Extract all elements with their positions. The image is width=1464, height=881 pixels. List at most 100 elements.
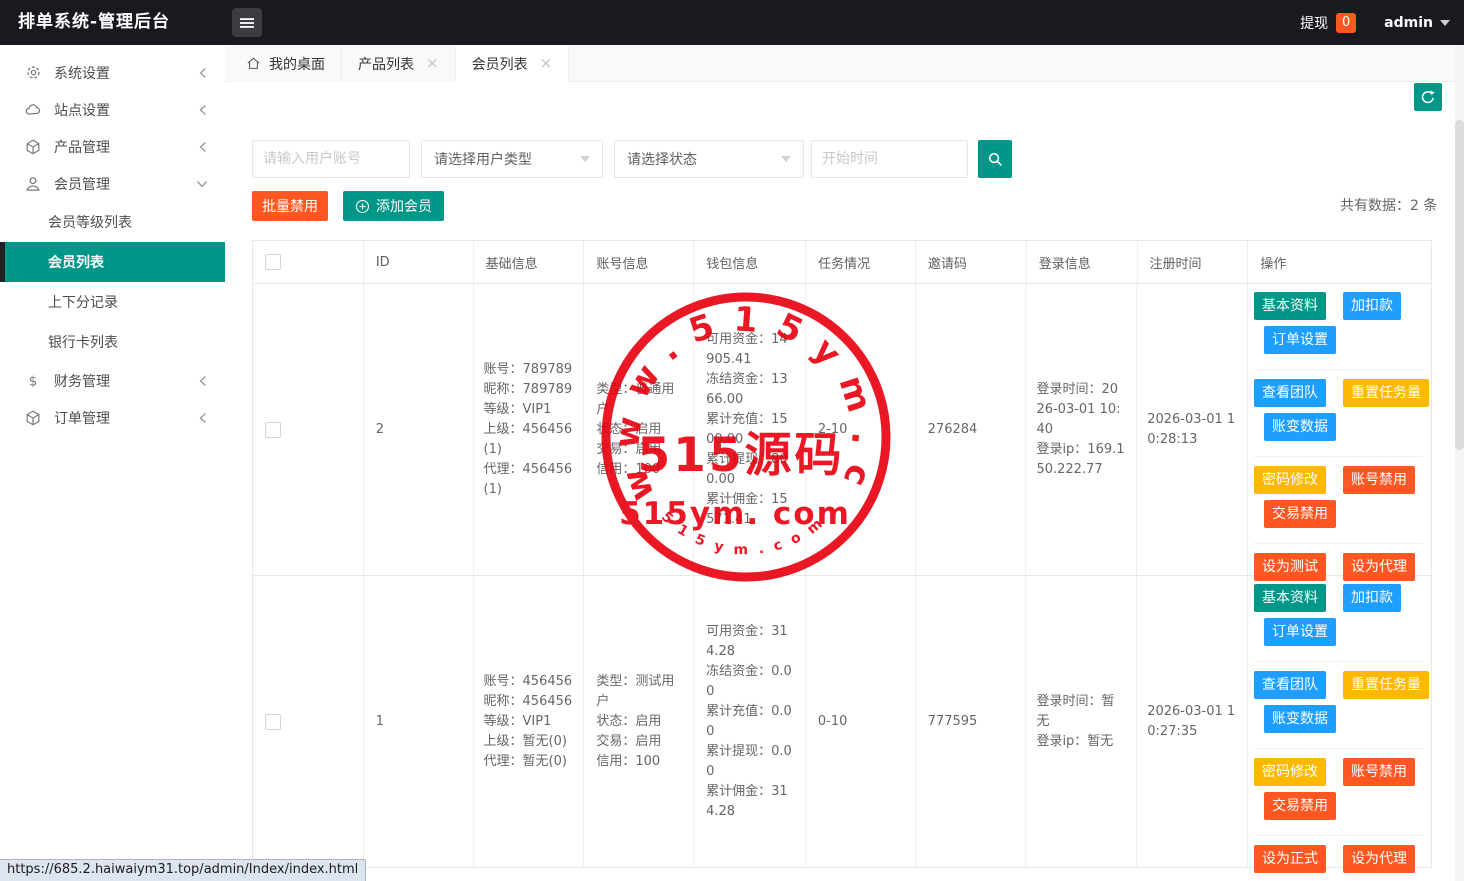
col-header-invite: 邀请码 [916, 241, 1027, 283]
page-title: 排单系统-管理后台 [18, 0, 170, 45]
view-team-button[interactable]: 查看团队 [1254, 671, 1326, 699]
account-input[interactable] [252, 140, 410, 178]
sidebar-toggle-button[interactable] [232, 8, 262, 37]
sidebar-item-label: 系统设置 [54, 63, 197, 83]
divider [1254, 456, 1423, 457]
divider [1254, 369, 1423, 370]
sidebar-item-site-settings[interactable]: 站点设置 [0, 91, 225, 128]
user-icon [24, 175, 42, 193]
select-all-checkbox[interactable] [265, 254, 281, 270]
cloud-icon [24, 101, 42, 119]
tab-member-list[interactable]: 会员列表 × [456, 45, 570, 82]
close-icon[interactable]: × [540, 56, 553, 71]
caret-down-icon [1440, 20, 1450, 26]
col-header-registered: 注册时间 [1138, 241, 1249, 283]
caret-down-icon [580, 156, 590, 162]
add-deduct-button[interactable]: 加扣款 [1343, 584, 1401, 612]
tab-bar: 我的桌面 产品列表 × 会员列表 × [225, 45, 1464, 82]
sidebar-subitem-label: 会员列表 [48, 252, 104, 272]
disable-trade-button[interactable]: 交易禁用 [1264, 792, 1336, 820]
add-deduct-button[interactable]: 加扣款 [1343, 292, 1401, 320]
chevron-left-icon [197, 66, 209, 80]
cell-basic-info: 账号：456456 昵称：456456 等级：VIP1 上级：暂无(0) 代理：… [474, 576, 585, 867]
col-header-task: 任务情况 [806, 241, 916, 283]
divider [1254, 661, 1423, 662]
basic-info-button[interactable]: 基本资料 [1254, 292, 1326, 320]
col-header-actions: 操作 [1248, 241, 1431, 283]
change-password-button[interactable]: 密码修改 [1254, 466, 1326, 494]
disable-account-button[interactable]: 账号禁用 [1343, 758, 1415, 786]
cell-basic-info: 账号：789789 昵称：789789 等级：VIP1 上级：456456(1)… [474, 284, 585, 575]
sidebar-item-product-management[interactable]: 产品管理 [0, 128, 225, 165]
batch-disable-button[interactable]: 批量禁用 [252, 191, 328, 221]
add-member-button[interactable]: 添加会员 [343, 191, 444, 221]
username: admin [1384, 15, 1433, 31]
col-header-account: 账号信息 [584, 241, 694, 283]
order-settings-button[interactable]: 订单设置 [1264, 326, 1336, 354]
cell-actions: 基本资料 加扣款 订单设置 查看团队 重置任务量 账变数据 [1248, 576, 1431, 867]
cell-wallet-info: 可用资金：14905.41 冻结资金：1366.00 累计充值：1500.00 … [694, 284, 806, 575]
sidebar-item-member-level-list[interactable]: 会员等级列表 [0, 202, 225, 242]
sidebar-item-updown-records[interactable]: 上下分记录 [0, 282, 225, 322]
svg-text:$: $ [29, 373, 38, 389]
main-content: 请选择用户类型 请选择状态 批量禁用 [225, 82, 1464, 881]
cube-icon [24, 138, 42, 156]
user-menu[interactable]: admin [1384, 15, 1450, 31]
scrollbar-track[interactable] [1455, 45, 1464, 881]
order-settings-button[interactable]: 订单设置 [1264, 618, 1336, 646]
user-type-select[interactable]: 请选择用户类型 [421, 140, 603, 178]
cell-login-info: 登录时间：暂无 登录ip：暂无 [1026, 576, 1137, 867]
sidebar-item-bank-card-list[interactable]: 银行卡列表 [0, 322, 225, 362]
sidebar-item-label: 订单管理 [54, 408, 197, 428]
cell-registered: 2026-03-01 10:27:35 [1137, 576, 1248, 867]
sidebar: 系统设置 站点设置 产品管理 会员管理 会员等级列表 [0, 45, 225, 881]
reset-tasks-button[interactable]: 重置任务量 [1343, 671, 1429, 699]
sidebar-item-member-list[interactable]: 会员列表 [0, 242, 225, 282]
sidebar-item-member-management[interactable]: 会员管理 [0, 165, 225, 202]
total-count-text: 共有数据：2 条 [1340, 195, 1435, 215]
sidebar-item-finance-management[interactable]: $ 财务管理 [0, 362, 225, 399]
disable-account-button[interactable]: 账号禁用 [1343, 466, 1415, 494]
scrollbar-thumb[interactable] [1455, 120, 1464, 450]
cell-account-info: 类型：测试用户 状态：启用 交易：启用 信用：100 [584, 576, 694, 867]
refresh-button[interactable] [1414, 83, 1442, 111]
member-table: ID 基础信息 账号信息 钱包信息 任务情况 邀请码 登录信息 注册时间 操作 … [252, 240, 1432, 868]
basic-info-button[interactable]: 基本资料 [1254, 584, 1326, 612]
cell-registered: 2026-03-01 10:28:13 [1137, 284, 1248, 575]
admin-app: 排单系统-管理后台 提现 0 admin 系统设置 [0, 0, 1464, 881]
withdraw-count-badge: 0 [1336, 13, 1356, 33]
sidebar-item-order-management[interactable]: 订单管理 [0, 399, 225, 436]
set-formal-button[interactable]: 设为正式 [1254, 845, 1326, 873]
cell-task: 2-10 [806, 284, 916, 575]
row-checkbox[interactable] [265, 714, 281, 730]
cell-login-info: 登录时间：2026-03-01 10:40 登录ip：169.150.222.7… [1026, 284, 1137, 575]
close-icon[interactable]: × [426, 56, 439, 71]
row-checkbox[interactable] [265, 422, 281, 438]
withdraw-menu-item[interactable]: 提现 0 [1300, 13, 1356, 33]
account-changes-button[interactable]: 账变数据 [1264, 705, 1336, 733]
sidebar-item-system-settings[interactable]: 系统设置 [0, 54, 225, 91]
tab-product-list[interactable]: 产品列表 × [342, 45, 456, 82]
search-icon [987, 151, 1004, 168]
start-date-input[interactable] [811, 140, 968, 178]
reset-tasks-button[interactable]: 重置任务量 [1343, 379, 1429, 407]
topbar: 排单系统-管理后台 提现 0 admin [0, 0, 1464, 45]
cell-wallet-info: 可用资金：314.28 冻结资金：0.00 累计充值：0.00 累计提现：0.0… [694, 576, 806, 867]
filter-bar: 请选择用户类型 请选择状态 [252, 140, 1012, 178]
disable-trade-button[interactable]: 交易禁用 [1264, 500, 1336, 528]
view-team-button[interactable]: 查看团队 [1254, 379, 1326, 407]
cube-icon [24, 409, 42, 427]
topbar-right: 提现 0 admin [1300, 0, 1450, 45]
search-button[interactable] [978, 140, 1012, 178]
account-changes-button[interactable]: 账变数据 [1264, 413, 1336, 441]
table-toolbar: 批量禁用 添加会员 [252, 191, 444, 221]
withdraw-label: 提现 [1300, 13, 1328, 33]
sidebar-item-label: 财务管理 [54, 371, 197, 391]
set-agent-button[interactable]: 设为代理 [1343, 845, 1415, 873]
status-select[interactable]: 请选择状态 [614, 140, 804, 178]
tab-desktop[interactable]: 我的桌面 [232, 45, 342, 82]
sidebar-item-label: 会员管理 [54, 174, 195, 194]
gear-icon [24, 64, 42, 82]
change-password-button[interactable]: 密码修改 [1254, 758, 1326, 786]
divider [1254, 748, 1423, 749]
